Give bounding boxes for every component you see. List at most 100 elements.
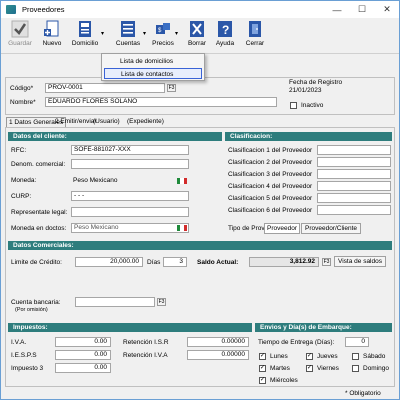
retencion-isr-field[interactable]: 0.00000: [187, 337, 249, 347]
lunes-checkbox[interactable]: ✓: [259, 353, 266, 360]
close-window-button[interactable]: ✕: [376, 1, 398, 18]
clasificacion-6-label: Clasificacion 6 del Proveedor: [228, 207, 313, 214]
saldo-f3-button[interactable]: F3: [322, 258, 331, 266]
impuesto-3-label: Impuesto 3: [11, 365, 44, 372]
clasificacion-6-field[interactable]: [317, 205, 391, 215]
viernes-label: Viernes: [317, 365, 339, 372]
new-document-icon: [43, 20, 61, 38]
obligatorio-note: * Obligatorio: [345, 390, 381, 397]
curp-field[interactable]: - - -: [71, 191, 189, 201]
tipo-proveedor-cliente-option[interactable]: Proveedor/Cliente: [301, 223, 361, 234]
ayuda-button[interactable]: ? Ayuda: [213, 20, 237, 53]
jueves-checkbox[interactable]: ✓: [306, 353, 313, 360]
clasificacion-1-field[interactable]: [317, 145, 391, 155]
moneda-value[interactable]: Peso Mexicano: [73, 177, 117, 184]
dias-label: Días: [147, 259, 161, 266]
impuesto-3-field[interactable]: 0.00: [55, 363, 111, 373]
limite-credito-label: Limite de Crédito:: [11, 259, 62, 266]
sabado-checkbox[interactable]: [352, 353, 359, 360]
viernes-checkbox[interactable]: ✓: [306, 365, 313, 372]
tab-expediente[interactable]: (Expediente): [125, 117, 166, 127]
datos-comerciales-header: Datos Comerciales:: [8, 241, 392, 250]
domicilio-dropdown-menu: Lista de domicilios Lista de contactos: [101, 53, 205, 81]
tab-usuario[interactable]: (Usuario): [91, 117, 122, 127]
cerrar-button[interactable]: Cerrar: [243, 20, 267, 53]
proveedores-window: Proveedores — ☐ ✕ Guardar Nuevo Domicili…: [0, 0, 400, 400]
clasificacion-2-label: Clasificacion 2 del Proveedor: [228, 159, 313, 166]
menu-item-lista-domicilios[interactable]: Lista de domicilios: [104, 56, 202, 67]
rfc-label: RFC:: [11, 147, 27, 154]
cuenta-bancaria-sublabel: (Por omisión): [15, 307, 48, 313]
help-icon: ?: [216, 20, 234, 38]
clasificacion-3-label: Clasificacion 3 del Proveedor: [228, 171, 313, 178]
denom-comercial-field[interactable]: [71, 159, 189, 169]
delete-x-icon: [188, 20, 206, 38]
codigo-field[interactable]: PROV-0001: [45, 83, 165, 93]
fecha-registro-value: 21/01/2023: [289, 87, 322, 94]
jueves-label: Jueves: [317, 353, 338, 360]
fecha-registro-label: Fecha de Registro: [289, 79, 343, 86]
tiempo-entrega-label: Tiempo de Entrega (Días):: [258, 339, 335, 346]
minimize-button[interactable]: —: [326, 1, 348, 18]
codigo-label: Código*: [10, 85, 34, 92]
inactivo-checkbox[interactable]: [290, 102, 297, 109]
tiempo-entrega-field[interactable]: 0: [345, 337, 369, 347]
ieps-field[interactable]: 0.00: [55, 350, 111, 360]
exit-door-icon: [246, 20, 264, 38]
cuenta-bancaria-label: Cuenta bancaria:: [11, 299, 61, 306]
precios-button[interactable]: $ Precios: [151, 20, 175, 53]
menu-item-lista-contactos[interactable]: Lista de contactos: [104, 68, 202, 79]
maximize-button[interactable]: ☐: [351, 1, 373, 18]
clasificacion-header: Clasificacion:: [225, 132, 392, 141]
address-book-icon: [76, 20, 94, 38]
toolbar: Guardar Nuevo Domicilio ▾ Cuentas ▾ $ Pr…: [1, 18, 399, 54]
envios-header: Envios y Día(s) de Embarque:: [255, 323, 392, 332]
martes-checkbox[interactable]: ✓: [259, 365, 266, 372]
codigo-f3-button[interactable]: F3: [167, 84, 176, 92]
vista-saldos-button[interactable]: Vista de saldos: [334, 256, 386, 267]
limite-credito-field[interactable]: 20,000.00: [75, 257, 143, 267]
iva-label: I.V.A.: [11, 339, 27, 346]
retencion-isr-label: Retención I.S.R: [123, 339, 169, 346]
nombre-field[interactable]: EDUARDO FLORES SOLANO: [45, 97, 277, 107]
clasificacion-3-field[interactable]: [317, 169, 391, 179]
tipo-proveedor-option[interactable]: Proveedor: [264, 223, 300, 234]
borrar-button[interactable]: Borrar: [185, 20, 209, 53]
denom-comercial-label: Denom. comercial:: [11, 161, 66, 168]
domingo-checkbox[interactable]: [352, 365, 359, 372]
cuentas-dropdown-arrow-icon[interactable]: ▾: [143, 30, 146, 37]
cuenta-bancaria-field[interactable]: [75, 297, 155, 307]
domicilio-button[interactable]: Domicilio: [69, 20, 101, 53]
retencion-iva-label: Retención I.V.A: [123, 352, 168, 359]
clasificacion-5-field[interactable]: [317, 193, 391, 203]
svg-text:?: ?: [222, 23, 229, 37]
clasificacion-2-field[interactable]: [317, 157, 391, 167]
curp-label: CURP:: [11, 193, 32, 200]
miercoles-checkbox[interactable]: ✓: [259, 377, 266, 384]
clasificacion-1-label: Clasificacion 1 del Proveedor: [228, 147, 313, 154]
cuentas-button[interactable]: Cuentas: [115, 20, 141, 53]
moneda-doctos-label: Moneda en doctos:: [11, 225, 67, 232]
miercoles-label: Miércoles: [270, 377, 298, 384]
rfc-field[interactable]: SOFE-881027-XXX: [71, 145, 189, 155]
clasificacion-4-field[interactable]: [317, 181, 391, 191]
representante-legal-field[interactable]: [71, 207, 189, 217]
title-bar: Proveedores — ☐ ✕: [1, 1, 399, 18]
saldo-actual-label: Saldo Actual:: [197, 259, 239, 266]
domicilio-dropdown-arrow-icon[interactable]: ▾: [101, 30, 104, 37]
price-tag-icon: $: [154, 20, 172, 38]
precios-dropdown-arrow-icon[interactable]: ▾: [175, 30, 178, 37]
nombre-label: Nombre*: [10, 99, 36, 106]
guardar-button[interactable]: Guardar: [5, 20, 35, 53]
mexico-flag-doctos-icon: [177, 225, 187, 231]
moneda-doctos-field[interactable]: Peso Mexicano: [71, 223, 189, 233]
iva-field[interactable]: 0.00: [55, 337, 111, 347]
moneda-label: Moneda:: [11, 177, 37, 184]
retencion-iva-field[interactable]: 0.00000: [187, 350, 249, 360]
nuevo-button[interactable]: Nuevo: [39, 20, 65, 53]
sabado-label: Sábado: [363, 353, 386, 360]
cuenta-bancaria-f3-button[interactable]: F3: [157, 298, 166, 306]
dias-field[interactable]: 3: [163, 257, 187, 267]
lunes-label: Lunes: [270, 353, 288, 360]
saldo-actual-value: 3,812.92: [249, 257, 319, 267]
